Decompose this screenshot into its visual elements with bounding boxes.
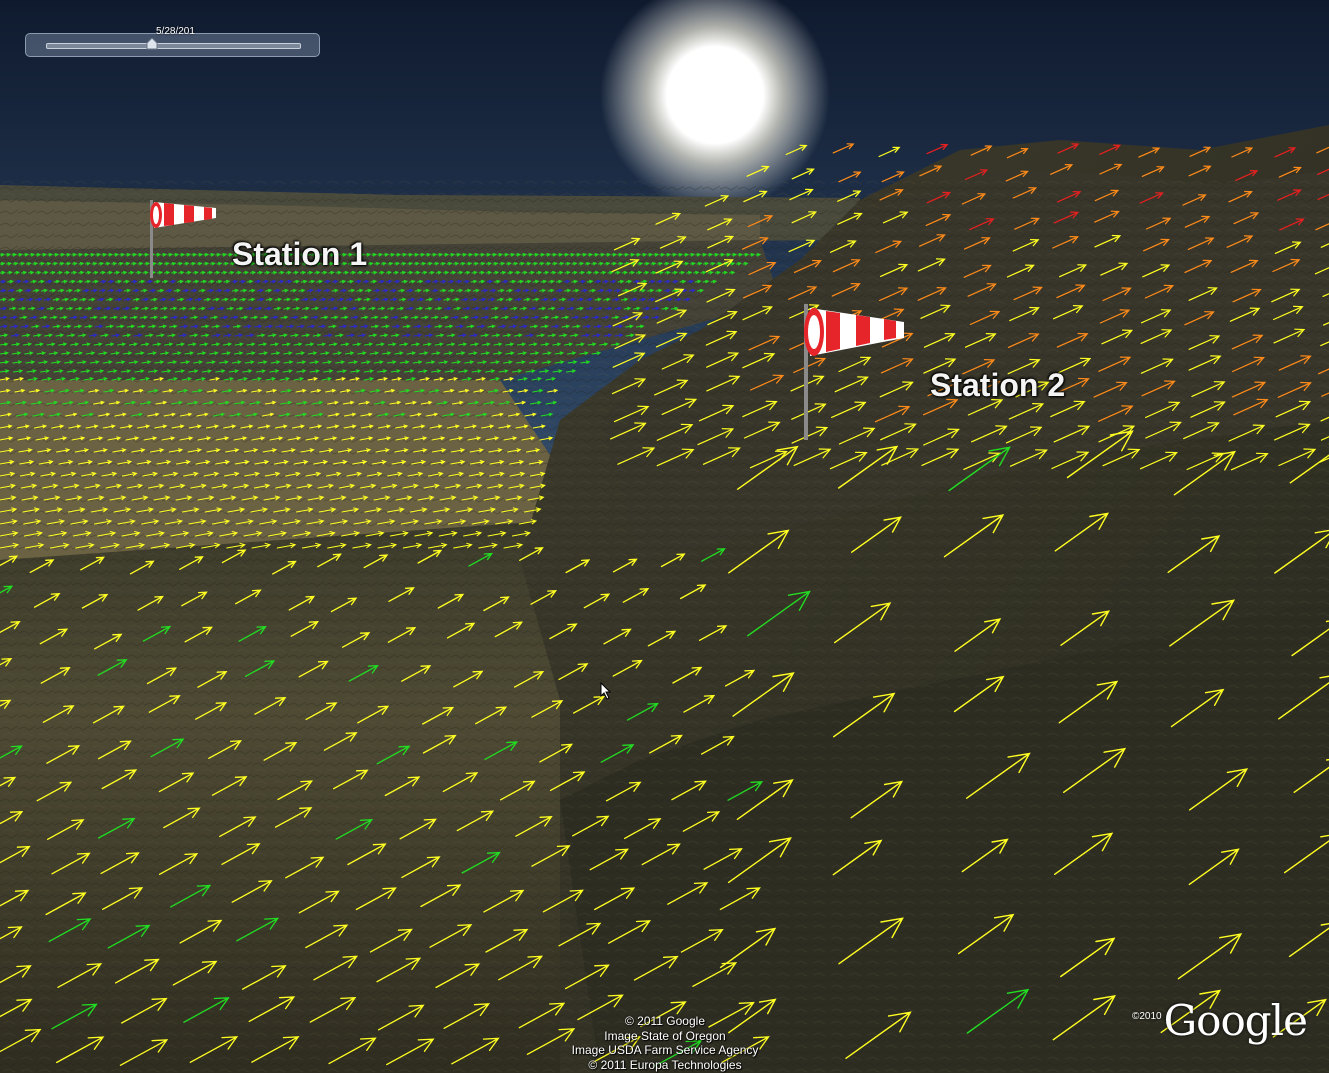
time-slider-date: 5/28/201 bbox=[156, 26, 195, 37]
imagery-attribution: © 2011 Google Image State of Oregon Imag… bbox=[540, 1014, 790, 1072]
attribution-line: © 2011 Europa Technologies bbox=[588, 1057, 742, 1072]
terrain-scene[interactable] bbox=[0, 0, 1329, 1073]
attribution-line: Image State of Oregon bbox=[604, 1028, 726, 1043]
map-viewport[interactable]: Station 1 Station 2 5/28/201 © 2011 Goog… bbox=[0, 0, 1329, 1073]
windsock-icon[interactable] bbox=[796, 300, 908, 440]
time-slider-track[interactable] bbox=[46, 43, 301, 49]
attribution-line: © 2011 Google bbox=[624, 1014, 705, 1028]
time-slider-thumb[interactable] bbox=[146, 38, 158, 50]
google-logo: ©2010Google bbox=[1132, 996, 1308, 1045]
logo-year: ©2010 bbox=[1132, 1011, 1162, 1022]
logo-text: Google bbox=[1163, 996, 1308, 1045]
station-1-label[interactable]: Station 1 bbox=[232, 236, 367, 273]
windsock-icon[interactable] bbox=[146, 194, 218, 278]
mouse-pointer-icon bbox=[600, 682, 612, 700]
station-2-label[interactable]: Station 2 bbox=[930, 367, 1065, 404]
time-slider[interactable]: 5/28/201 bbox=[25, 26, 320, 57]
attribution-line: Image USDA Farm Service Agency bbox=[571, 1043, 759, 1057]
